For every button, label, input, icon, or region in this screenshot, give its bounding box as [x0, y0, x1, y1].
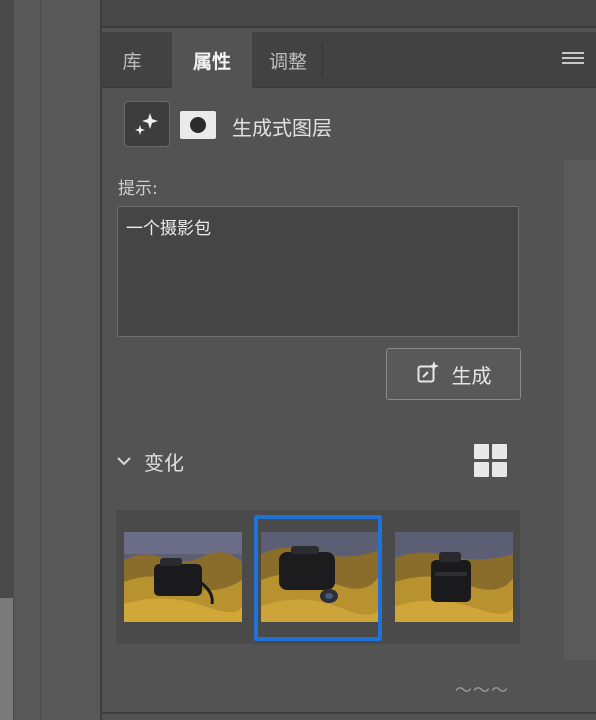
panel-tab-bar: 库 属性 调整 — [102, 32, 596, 89]
generate-icon — [416, 360, 440, 388]
generate-button[interactable]: 生成 — [386, 348, 521, 400]
watermark: 〜〜〜 — [455, 681, 509, 701]
panel-bottom-border — [102, 712, 596, 714]
sparkle-icon[interactable] — [124, 101, 170, 147]
variations-header[interactable]: 变化 — [116, 446, 184, 476]
panel-menu-icon[interactable] — [562, 50, 584, 70]
tab-adjustments[interactable]: 调整 — [252, 32, 324, 88]
variation-thumbnail-3[interactable] — [395, 532, 513, 622]
chevron-down-icon — [116, 452, 132, 471]
mask-icon[interactable] — [180, 111, 216, 139]
layer-name: 生成式图层 — [232, 116, 332, 140]
selected-variation-frame — [254, 515, 382, 641]
gutter-divider — [40, 0, 41, 720]
tab-properties[interactable]: 属性 — [172, 32, 252, 89]
grid-icon[interactable] — [474, 444, 507, 477]
prompt-input[interactable]: 一个摄影包 — [117, 206, 519, 337]
panel-top-bar — [102, 0, 596, 28]
prompt-label: 提示: — [118, 179, 158, 199]
tab-library[interactable]: 库 — [102, 32, 162, 88]
panel-gutter — [14, 0, 100, 720]
variations-label: 变化 — [144, 450, 184, 475]
panel-scrollbar-track[interactable] — [564, 160, 596, 660]
tab-divider — [322, 42, 323, 78]
generate-label: 生成 — [451, 363, 492, 388]
left-scrollbar-thumb[interactable] — [0, 598, 13, 720]
variation-thumbnail-1[interactable] — [124, 532, 242, 622]
